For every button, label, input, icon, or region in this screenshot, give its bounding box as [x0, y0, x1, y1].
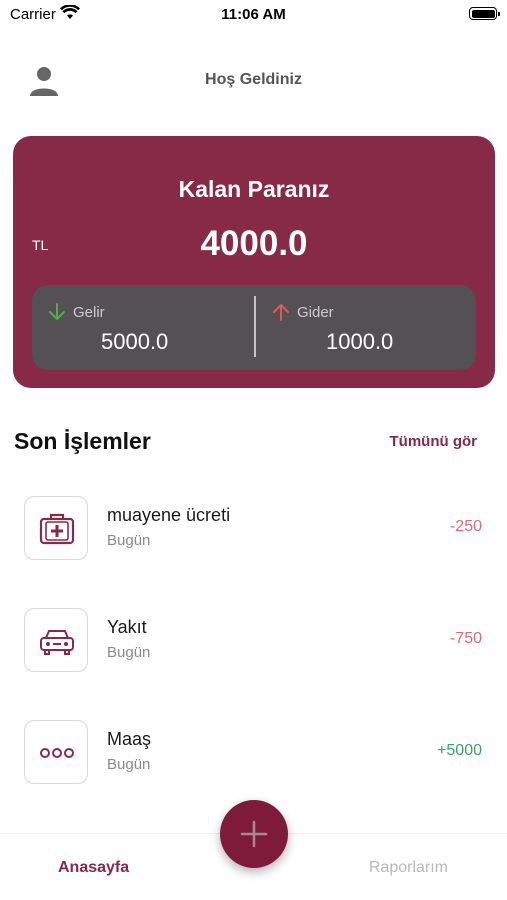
list-item[interactable]: muayene ücreti Bugün -250 [0, 496, 507, 560]
transaction-title: Yakıt [107, 617, 147, 637]
see-all-link[interactable]: Tümünü gör [390, 433, 477, 450]
transaction-amount: -750 [449, 630, 482, 647]
arrow-down-icon [48, 302, 66, 322]
plus-icon [240, 820, 268, 848]
transaction-amount: +5000 [437, 742, 482, 759]
expense-value: 1000.0 [326, 329, 394, 354]
expense-label: Gider [297, 304, 334, 321]
battery-icon [469, 7, 500, 20]
balance-title: Kalan Paranız [178, 176, 330, 202]
section-title: Son İşlemler [14, 428, 151, 454]
add-transaction-button[interactable] [220, 800, 288, 868]
list-item[interactable]: Maaş Bugün +5000 [0, 720, 507, 784]
income-value: 5000.0 [101, 329, 169, 354]
income-expense-summary: Gelir 5000.0 Gider 1000.0 [32, 285, 476, 370]
transaction-amount: -250 [449, 518, 482, 535]
transaction-title: Maaş [107, 729, 152, 749]
transaction-title: muayene ücreti [107, 505, 231, 525]
arrow-up-icon [272, 302, 290, 322]
balance-amount: 4000.0 [200, 224, 308, 263]
transaction-date: Bugün [107, 756, 151, 773]
more-icon [24, 720, 88, 784]
status-bar: Carrier 11:06 AM [0, 0, 507, 30]
income-label: Gelir [73, 304, 105, 321]
medical-kit-icon [24, 496, 88, 560]
summary-divider [254, 296, 256, 357]
page-title: Hoş Geldiniz [205, 71, 302, 88]
car-icon [24, 608, 88, 672]
transaction-date: Bugün [107, 644, 151, 661]
nav-reports[interactable]: Raporlarım [369, 859, 448, 877]
nav-home[interactable]: Anasayfa [58, 859, 129, 877]
list-item[interactable]: Yakıt Bugün -750 [0, 608, 507, 672]
transaction-date: Bugün [107, 532, 151, 549]
clock: 11:06 AM [221, 6, 286, 23]
balance-card: Kalan Paranız TL 4000.0 Gelir 5000.0 Gid… [13, 136, 495, 388]
